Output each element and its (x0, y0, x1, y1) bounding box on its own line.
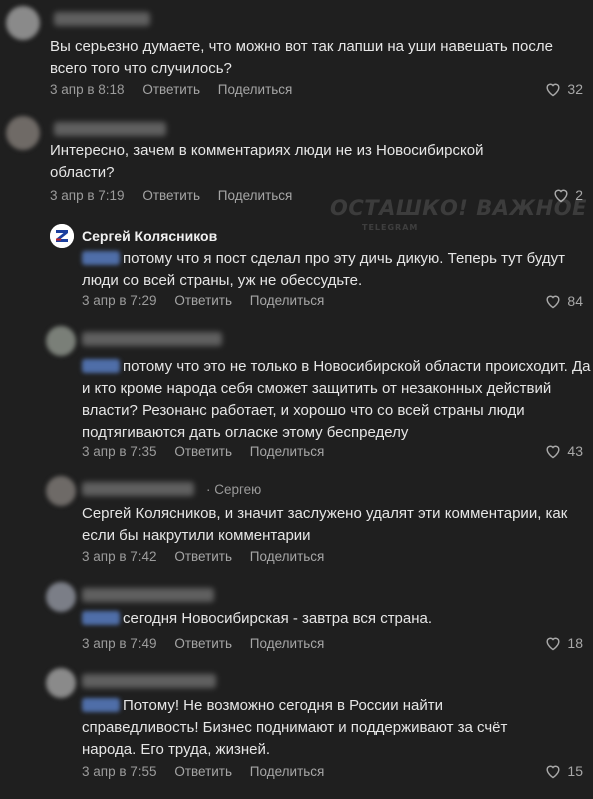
reply-button[interactable]: Ответить (142, 188, 200, 203)
author-name-redacted[interactable] (82, 332, 222, 346)
comment-text: Вы серьезно думаете, что можно вот так л… (50, 38, 553, 77)
like-button[interactable]: 84 (544, 293, 583, 309)
comment-text: Потому! Не возможно сегодня в России най… (82, 695, 562, 761)
heart-icon (546, 295, 560, 309)
comment-time: 3 апр в 7:42 (82, 549, 157, 564)
watermark: ОСТАШКО! ВАЖНОЕ (330, 196, 587, 220)
mention-redacted[interactable] (82, 611, 120, 625)
comment-meta: 3 апр в 7:55 Ответить Поделиться (82, 764, 338, 779)
avatar[interactable] (50, 224, 74, 248)
comment-text: сегодня Новосибирская - завтра вся стран… (82, 608, 593, 630)
comment-time: 3 апр в 7:55 (82, 764, 157, 779)
comment-text: Сергей Колясников, и значит заслужено уд… (82, 505, 568, 544)
author-name-redacted[interactable] (54, 122, 166, 136)
share-button[interactable]: Поделиться (250, 764, 325, 779)
like-count: 32 (567, 81, 583, 97)
comment-time: 3 апр в 7:35 (82, 444, 157, 459)
heart-icon (546, 83, 560, 97)
share-button[interactable]: Поделиться (250, 636, 325, 651)
author-name[interactable]: Сергей Колясников (82, 228, 217, 244)
comment-text: Интересно, зачем в комментариях люди не … (50, 142, 484, 181)
comment-meta: 3 апр в 7:35 Ответить Поделиться (82, 444, 338, 459)
reply-button[interactable]: Ответить (174, 764, 232, 779)
comment-text: потому что это не только в Новосибирской… (82, 356, 593, 444)
heart-icon (546, 765, 560, 779)
comment-meta: 3 апр в 7:49 Ответить Поделиться (82, 636, 338, 651)
heart-icon (546, 637, 560, 651)
comment-time: 3 апр в 7:49 (82, 636, 157, 651)
author-name-redacted[interactable] (54, 12, 150, 26)
author-name-redacted[interactable] (82, 588, 214, 602)
comment-time: 3 апр в 8:18 (50, 82, 125, 97)
share-button[interactable]: Поделиться (218, 82, 293, 97)
comment-text-body: сегодня Новосибирская - завтра вся стран… (123, 610, 433, 627)
comment: Вы серьезно думаете, что можно вот так л… (6, 6, 593, 106)
reply-to-label[interactable]: · Сергею (206, 482, 261, 497)
like-button[interactable]: 18 (544, 635, 583, 651)
avatar[interactable] (46, 668, 76, 698)
like-button[interactable]: 43 (544, 443, 583, 459)
comment-reply: сегодня Новосибирская - завтра вся стран… (46, 582, 593, 658)
like-count: 84 (567, 293, 583, 309)
comment-meta: 3 апр в 7:19 Ответить Поделиться (50, 188, 306, 203)
like-button[interactable]: 32 (544, 81, 583, 97)
comment-meta: 3 апр в 8:18 Ответить Поделиться (50, 82, 306, 97)
like-count: 18 (567, 635, 583, 651)
z-logo-icon (50, 224, 74, 248)
share-button[interactable]: Поделиться (250, 444, 325, 459)
author-name-redacted[interactable] (82, 674, 216, 688)
mention-redacted[interactable] (82, 698, 120, 712)
reply-button[interactable]: Ответить (174, 444, 232, 459)
avatar[interactable] (46, 326, 76, 356)
share-button[interactable]: Поделиться (218, 188, 293, 203)
comment-reply: Сергей Колясников потому что я пост сдел… (50, 224, 593, 316)
comment-text-body: Потому! Не возможно сегодня в России най… (82, 697, 508, 758)
reply-button[interactable]: Ответить (174, 293, 232, 308)
mention-redacted[interactable] (82, 359, 120, 373)
heart-icon (546, 445, 560, 459)
avatar[interactable] (6, 116, 40, 150)
mention-redacted[interactable] (82, 251, 120, 265)
share-button[interactable]: Поделиться (250, 293, 325, 308)
comment-time: 3 апр в 7:29 (82, 293, 157, 308)
reply-button[interactable]: Ответить (174, 549, 232, 564)
comment-text-body: потому что это не только в Новосибирской… (82, 358, 591, 441)
avatar[interactable] (6, 6, 40, 40)
avatar[interactable] (46, 476, 76, 506)
comment-meta: 3 апр в 7:42 Ответить Поделиться (82, 549, 338, 564)
like-count: 15 (567, 763, 583, 779)
like-count: 43 (567, 443, 583, 459)
comment-reply: Потому! Не возможно сегодня в России най… (46, 668, 593, 788)
comment-text: потому что я пост сделал про эту дичь ди… (82, 248, 592, 292)
author-name-redacted[interactable] (82, 482, 194, 496)
comment-reply: потому что это не только в Новосибирской… (46, 326, 593, 466)
avatar[interactable] (46, 582, 76, 612)
reply-button[interactable]: Ответить (142, 82, 200, 97)
like-button[interactable]: 15 (544, 763, 583, 779)
share-button[interactable]: Поделиться (250, 549, 325, 564)
reply-button[interactable]: Ответить (174, 636, 232, 651)
comment-reply: · Сергею Сергей Колясников, и значит зас… (46, 476, 593, 572)
comment-time: 3 апр в 7:19 (50, 188, 125, 203)
comment-meta: 3 апр в 7:29 Ответить Поделиться (82, 293, 338, 308)
comment-text-body: потому что я пост сделал про эту дичь ди… (82, 250, 566, 289)
